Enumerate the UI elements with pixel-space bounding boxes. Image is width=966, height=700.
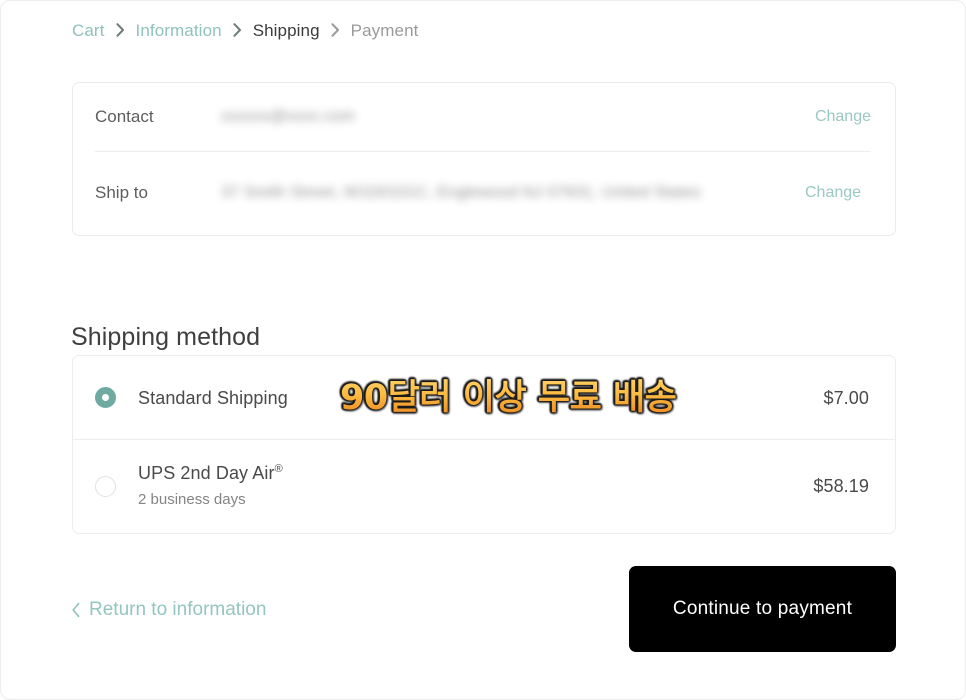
ship-to-value-redacted: 37 Smith Street, W1D0101C, Englewood NJ …: [221, 184, 701, 201]
continue-to-payment-button[interactable]: Continue to payment: [629, 566, 896, 652]
shipping-option-price: $58.19: [813, 476, 869, 496]
radio-selected-icon[interactable]: [95, 387, 116, 408]
breadcrumb: Cart Information Shipping Payment: [72, 19, 418, 43]
change-ship-to-link[interactable]: Change: [805, 182, 861, 204]
summary-row-ship-to: Ship to 37 Smith Street, W1D0101C, Engle…: [73, 151, 895, 235]
contact-value-redacted: xxxxxx@xxxx.com: [221, 108, 355, 125]
breadcrumb-item-information[interactable]: Information: [136, 19, 222, 43]
radio-unselected-icon[interactable]: [95, 475, 116, 497]
return-to-information-label: Return to information: [89, 599, 267, 620]
contact-label: Contact: [95, 107, 154, 126]
shipping-option-standard[interactable]: Standard Shipping $7.00: [73, 356, 895, 439]
chevron-right-icon: [331, 23, 340, 37]
shipping-option-name-text: UPS 2nd Day Air: [138, 463, 275, 483]
shipping-option-price: $7.00: [823, 387, 869, 408]
continue-to-payment-label: Continue to payment: [672, 598, 853, 619]
shipping-option-name: Standard Shipping: [138, 387, 288, 408]
registered-trademark-icon: ®: [274, 463, 283, 475]
chevron-right-icon: [115, 23, 125, 37]
summary-row-contact: Contact xxxxxx@xxxx.com Change: [73, 83, 895, 151]
change-contact-link[interactable]: Change: [815, 106, 871, 128]
ship-to-label: Ship to: [95, 183, 148, 202]
shipping-option-text: UPS 2nd Day Air® 2 business days: [138, 461, 813, 511]
shipping-option-name: UPS 2nd Day Air®: [138, 461, 813, 485]
checkout-page: Cart Information Shipping Payment Contac…: [0, 0, 966, 700]
return-to-information-link[interactable]: Return to information: [71, 597, 266, 623]
breadcrumb-item-payment: Payment: [350, 21, 419, 40]
breadcrumb-item-cart[interactable]: Cart: [72, 19, 105, 43]
chevron-left-icon: [71, 602, 81, 618]
shipping-method-title: Shipping method: [71, 322, 261, 351]
chevron-right-icon: [233, 23, 242, 37]
shipping-method-card: Standard Shipping $7.00 UPS 2nd Day Air®…: [72, 355, 896, 534]
breadcrumb-item-shipping: Shipping: [252, 21, 320, 40]
shipping-option-subtitle: 2 business days: [138, 491, 246, 508]
order-summary-card: Contact xxxxxx@xxxx.com Change Ship to 3…: [72, 82, 896, 236]
shipping-option-text: Standard Shipping: [138, 386, 823, 410]
shipping-option-ups-2nd-day-air[interactable]: UPS 2nd Day Air® 2 business days $58.19: [73, 439, 895, 533]
